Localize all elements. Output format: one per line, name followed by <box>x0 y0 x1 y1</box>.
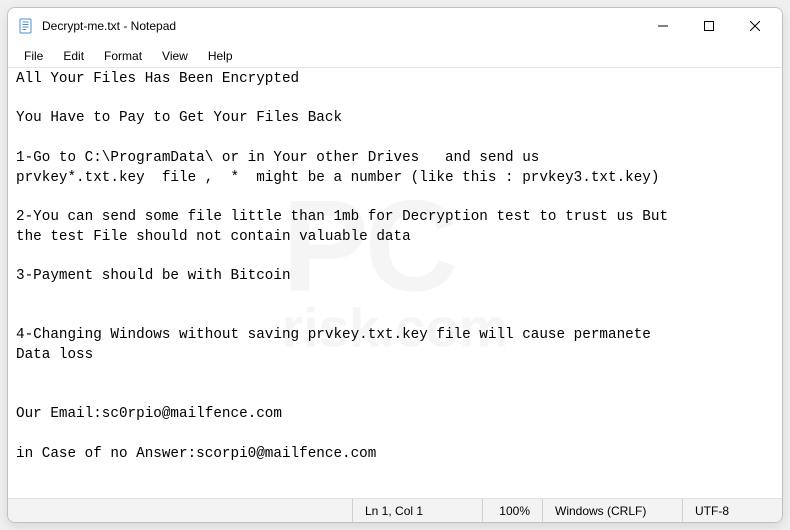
status-line-ending: Windows (CRLF) <box>542 499 682 522</box>
window-title: Decrypt-me.txt - Notepad <box>42 19 640 33</box>
text-area[interactable]: All Your Files Has Been Encrypted You Ha… <box>8 68 782 498</box>
maximize-button[interactable] <box>686 10 732 42</box>
status-spacer <box>8 499 352 522</box>
notepad-icon <box>18 18 34 34</box>
menu-edit[interactable]: Edit <box>53 46 94 66</box>
menu-file[interactable]: File <box>14 46 53 66</box>
status-cursor: Ln 1, Col 1 <box>352 499 482 522</box>
menu-view[interactable]: View <box>152 46 198 66</box>
menu-format[interactable]: Format <box>94 46 152 66</box>
menubar: File Edit Format View Help <box>8 44 782 68</box>
close-button[interactable] <box>732 10 778 42</box>
status-encoding: UTF-8 <box>682 499 782 522</box>
status-zoom: 100% <box>482 499 542 522</box>
minimize-button[interactable] <box>640 10 686 42</box>
menu-help[interactable]: Help <box>198 46 243 66</box>
window-controls <box>640 10 778 42</box>
titlebar[interactable]: Decrypt-me.txt - Notepad <box>8 8 782 44</box>
statusbar: Ln 1, Col 1 100% Windows (CRLF) UTF-8 <box>8 498 782 522</box>
notepad-window: PCrisk.com Decrypt-me.txt - Notepad <box>7 7 783 523</box>
